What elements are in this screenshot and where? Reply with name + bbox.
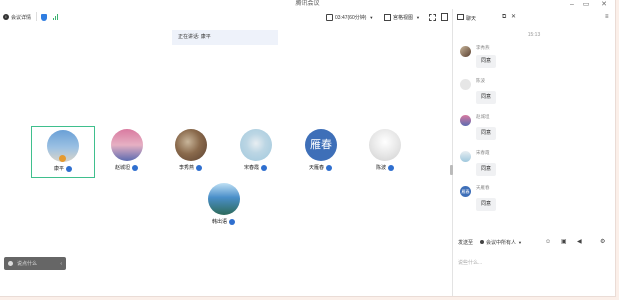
close-icon[interactable]: ✕ [511,13,516,21]
sidebar-toggle-icon[interactable] [441,9,448,25]
network-status[interactable] [53,9,58,25]
user-badge-icon [229,218,236,225]
participant-name: 陈波 [376,164,395,171]
smile-icon [8,261,13,266]
chat-panel: 聊天 ⧉ ✕ ≡ 15:13 李秀燕 同意 陈波 同意 赵城坦 同意 宋春霞 同… [453,9,615,296]
user-badge-icon [196,164,203,171]
chat-icon [457,14,464,20]
message-bubble: 同意 [476,198,497,211]
shield-icon [41,13,47,21]
participant-name: 宋春霞 [244,164,268,171]
meeting-window: 腾讯会议 – ▭ ✕ i 会议详情 03:47(60分钟) ▼ 宫格视图 ▼ 正… [0,0,616,297]
message-bubble: 同意 [476,127,497,140]
view-switch-button[interactable]: 宫格视图 ▼ [384,9,420,25]
send-to-label: 发送至 [458,240,474,246]
message-bubble: 同意 [476,163,497,176]
maximize-icon[interactable]: ▭ [580,0,592,9]
chevron-down-icon: ▼ [518,240,522,245]
chat-input[interactable]: 说些什么... [458,259,482,266]
user-badge-icon [326,164,333,171]
avatar [460,46,471,57]
avatar-text: 雁春 [460,186,471,197]
message-sender: 赵城坦 [476,114,490,119]
participant-tile[interactable]: 李秀燕 [159,126,223,178]
user-icon [480,240,484,244]
participant-name: 赵城坦 [115,164,139,171]
participant-tile[interactable]: 陈波 [353,126,417,178]
user-badge-icon [132,164,139,171]
participant-tile[interactable]: 宋春霞 [224,126,288,178]
send-target-value: 会议中所有人 [486,240,517,246]
message-sender: 宋春霞 [476,150,490,155]
avatar [111,129,143,161]
participant-tile[interactable]: 赵城坦 [95,126,159,178]
popout-icon[interactable]: ⧉ [502,13,506,21]
quick-chat-placeholder: 说点什么 [17,261,38,267]
chat-title: 聊天 [466,16,477,22]
chevron-down-icon: ▼ [369,14,374,20]
meeting-toolbar: i 会议详情 03:47(60分钟) ▼ 宫格视图 ▼ [0,9,452,25]
avatar [460,151,471,162]
chat-timestamp: 15:13 [527,32,541,38]
quick-chat-input[interactable]: 说点什么 ‹ [4,257,66,270]
participant-name: 韩出语 [212,218,236,225]
user-badge-icon [66,165,73,172]
user-badge-icon [388,164,395,171]
message-bubble: 同意 [476,55,497,68]
view-label: 宫格视图 [393,14,414,21]
participant-name: 康平 [54,165,73,172]
meeting-info-label: 会议详情 [11,14,32,21]
avatar [460,115,471,126]
message-bubble: 同意 [476,91,497,104]
participant-tile-selected[interactable]: 康平 [31,126,95,178]
participant-name: 天雁春 [309,164,333,171]
message-sender: 天雁春 [476,185,490,190]
megaphone-icon[interactable]: ◀ [577,238,582,246]
chevron-down-icon: ▼ [416,14,420,20]
avatar [460,79,471,90]
send-target-row: 发送至 会议中所有人 ▼ ☺ ▣ ◀ ⚙ [453,239,615,253]
fullscreen-icon[interactable] [429,9,436,25]
send-target-select[interactable]: 会议中所有人 ▼ [480,239,522,246]
participant-tile[interactable]: 雁春 天雁春 [289,126,353,178]
grid-icon [384,13,391,21]
user-badge-icon [261,164,268,171]
participant-name: 李秀燕 [179,164,203,171]
timer-text: 03:47(60分钟) [335,14,367,21]
folder-icon[interactable]: ▣ [561,238,567,246]
window-title: 腾讯会议 [295,1,320,7]
timer-icon [326,13,333,21]
avatar [208,183,240,215]
signal-icon [53,14,58,20]
message-sender: 陈波 [476,78,485,83]
timer-button[interactable]: 03:47(60分钟) ▼ [326,9,373,25]
title-bar: 腾讯会议 – ▭ ✕ [0,0,615,9]
mic-icon [59,155,66,162]
info-icon: i [3,14,9,20]
avatar [369,129,401,161]
menu-icon[interactable]: ≡ [605,13,609,21]
settings-icon[interactable]: ⚙ [600,238,605,246]
meeting-info-button[interactable]: i 会议详情 [3,9,31,25]
avatar [175,129,207,161]
avatar [240,129,272,161]
close-icon[interactable]: ✕ [598,0,610,9]
toolbar-divider [36,12,37,21]
participant-tile[interactable]: 韩出语 [192,180,256,232]
minimize-icon[interactable]: – [566,0,578,9]
message-sender: 李秀燕 [476,45,490,50]
speaking-banner: 正在讲话: 康平 [172,30,278,45]
chevron-left-icon[interactable]: ‹ [60,261,62,267]
security-button[interactable] [41,9,47,25]
chat-header: 聊天 [457,14,476,22]
emoji-icon[interactable]: ☺ [545,238,551,246]
avatar-text: 雁春 [305,129,337,161]
